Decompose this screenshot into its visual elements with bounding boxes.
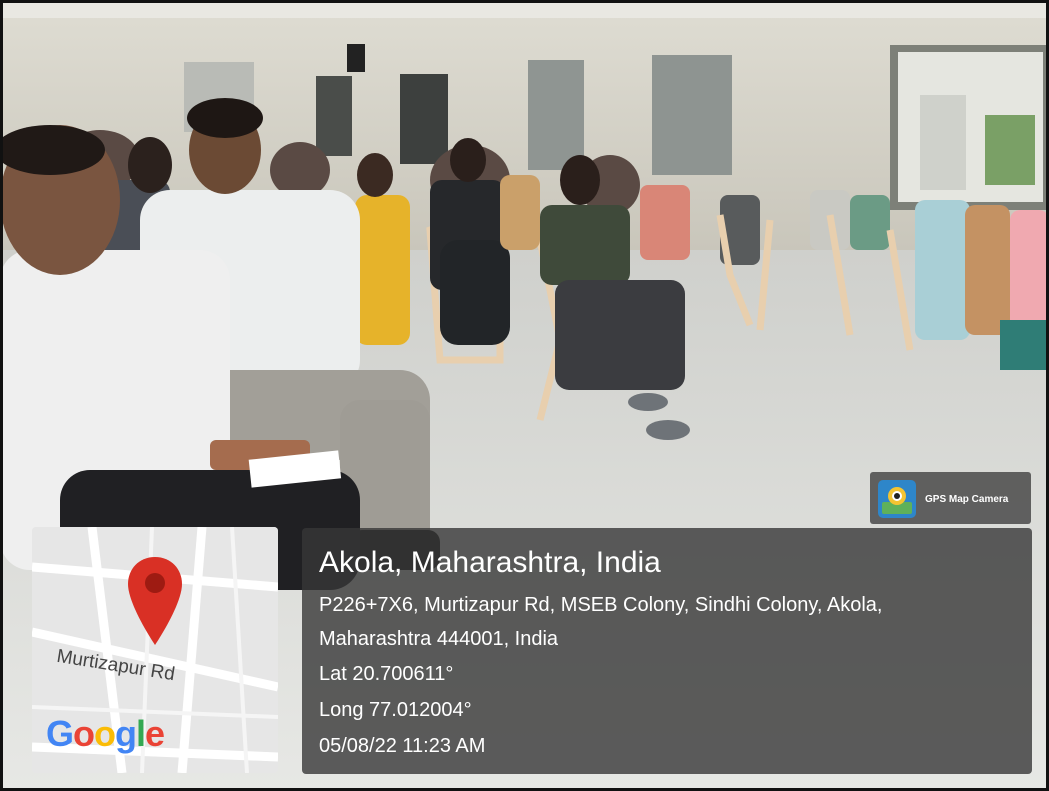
- gps-map-camera-badge: GPS Map Camera: [870, 472, 1031, 524]
- address-line-1: P226+7X6, Murtizapur Rd, MSEB Colony, Si…: [319, 594, 883, 616]
- datetime-stamp: 05/08/22 11:23 AM: [319, 735, 486, 757]
- location-info-panel: Akola, Maharashtra, India P226+7X6, Murt…: [302, 528, 1032, 774]
- gps-map-camera-label: GPS Map Camera: [925, 494, 1009, 505]
- latitude: Lat 20.700611°: [319, 663, 454, 685]
- location-map-thumbnail: Murtizapur Rd Google: [32, 527, 278, 773]
- map-pin-icon: [128, 557, 182, 645]
- google-logo: Google: [46, 713, 165, 754]
- camera-icon: [878, 480, 916, 518]
- address-line-2: Maharashtra 444001, India: [319, 628, 559, 650]
- longitude: Long 77.012004°: [319, 699, 472, 721]
- location-title: Akola, Maharashtra, India: [319, 546, 661, 579]
